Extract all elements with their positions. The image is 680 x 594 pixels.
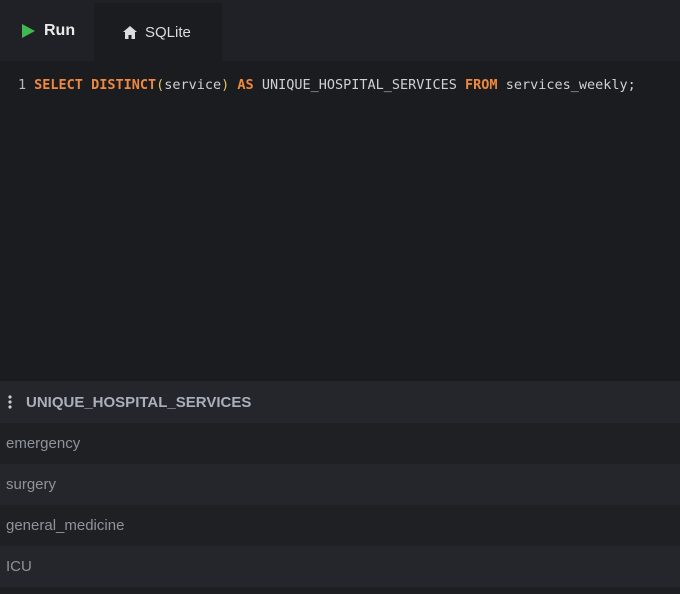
table-cell: surgery bbox=[6, 476, 57, 493]
table-cell: emergency bbox=[6, 435, 81, 452]
sql-playground: Run SQLite 1 SELECT DISTINCT(service) AS … bbox=[0, 0, 680, 594]
keyword-as: AS bbox=[237, 77, 254, 93]
code-editor[interactable]: 1 SELECT DISTINCT(service) AS UNIQUE_HOSP… bbox=[0, 61, 680, 381]
column-header[interactable]: UNIQUE_HOSPITAL_SERVICES bbox=[0, 381, 680, 423]
table-row: emergency bbox=[0, 423, 680, 464]
run-button[interactable]: Run bbox=[0, 0, 94, 61]
keyword-select: SELECT bbox=[34, 77, 83, 93]
column-name: service bbox=[164, 77, 222, 93]
play-icon bbox=[22, 23, 35, 38]
keyword-distinct: DISTINCT bbox=[91, 77, 157, 93]
table-row: surgery bbox=[0, 464, 680, 505]
close-paren: ) bbox=[221, 77, 230, 93]
kebab-icon[interactable] bbox=[8, 395, 12, 409]
run-button-label: Run bbox=[44, 21, 76, 39]
home-icon bbox=[123, 25, 137, 39]
table-name: services_weekly; bbox=[505, 77, 636, 93]
column-header-label: UNIQUE_HOSPITAL_SERVICES bbox=[26, 393, 252, 411]
keyword-from: FROM bbox=[465, 77, 498, 93]
open-paren: ( bbox=[156, 77, 165, 93]
code-line: 1 SELECT DISTINCT(service) AS UNIQUE_HOSP… bbox=[18, 77, 636, 93]
table-cell: ICU bbox=[6, 558, 32, 575]
results-table: UNIQUE_HOSPITAL_SERVICES emergency surge… bbox=[0, 381, 680, 594]
toolbar: Run SQLite bbox=[0, 0, 680, 61]
table-row: ICU bbox=[0, 546, 680, 587]
table-row: general_medicine bbox=[0, 505, 680, 546]
tab-sqlite[interactable]: SQLite bbox=[94, 3, 222, 61]
table-cell: general_medicine bbox=[6, 517, 125, 534]
tab-label: SQLite bbox=[145, 23, 191, 41]
line-number: 1 bbox=[18, 77, 27, 93]
alias-name: UNIQUE_HOSPITAL_SERVICES bbox=[261, 77, 457, 93]
